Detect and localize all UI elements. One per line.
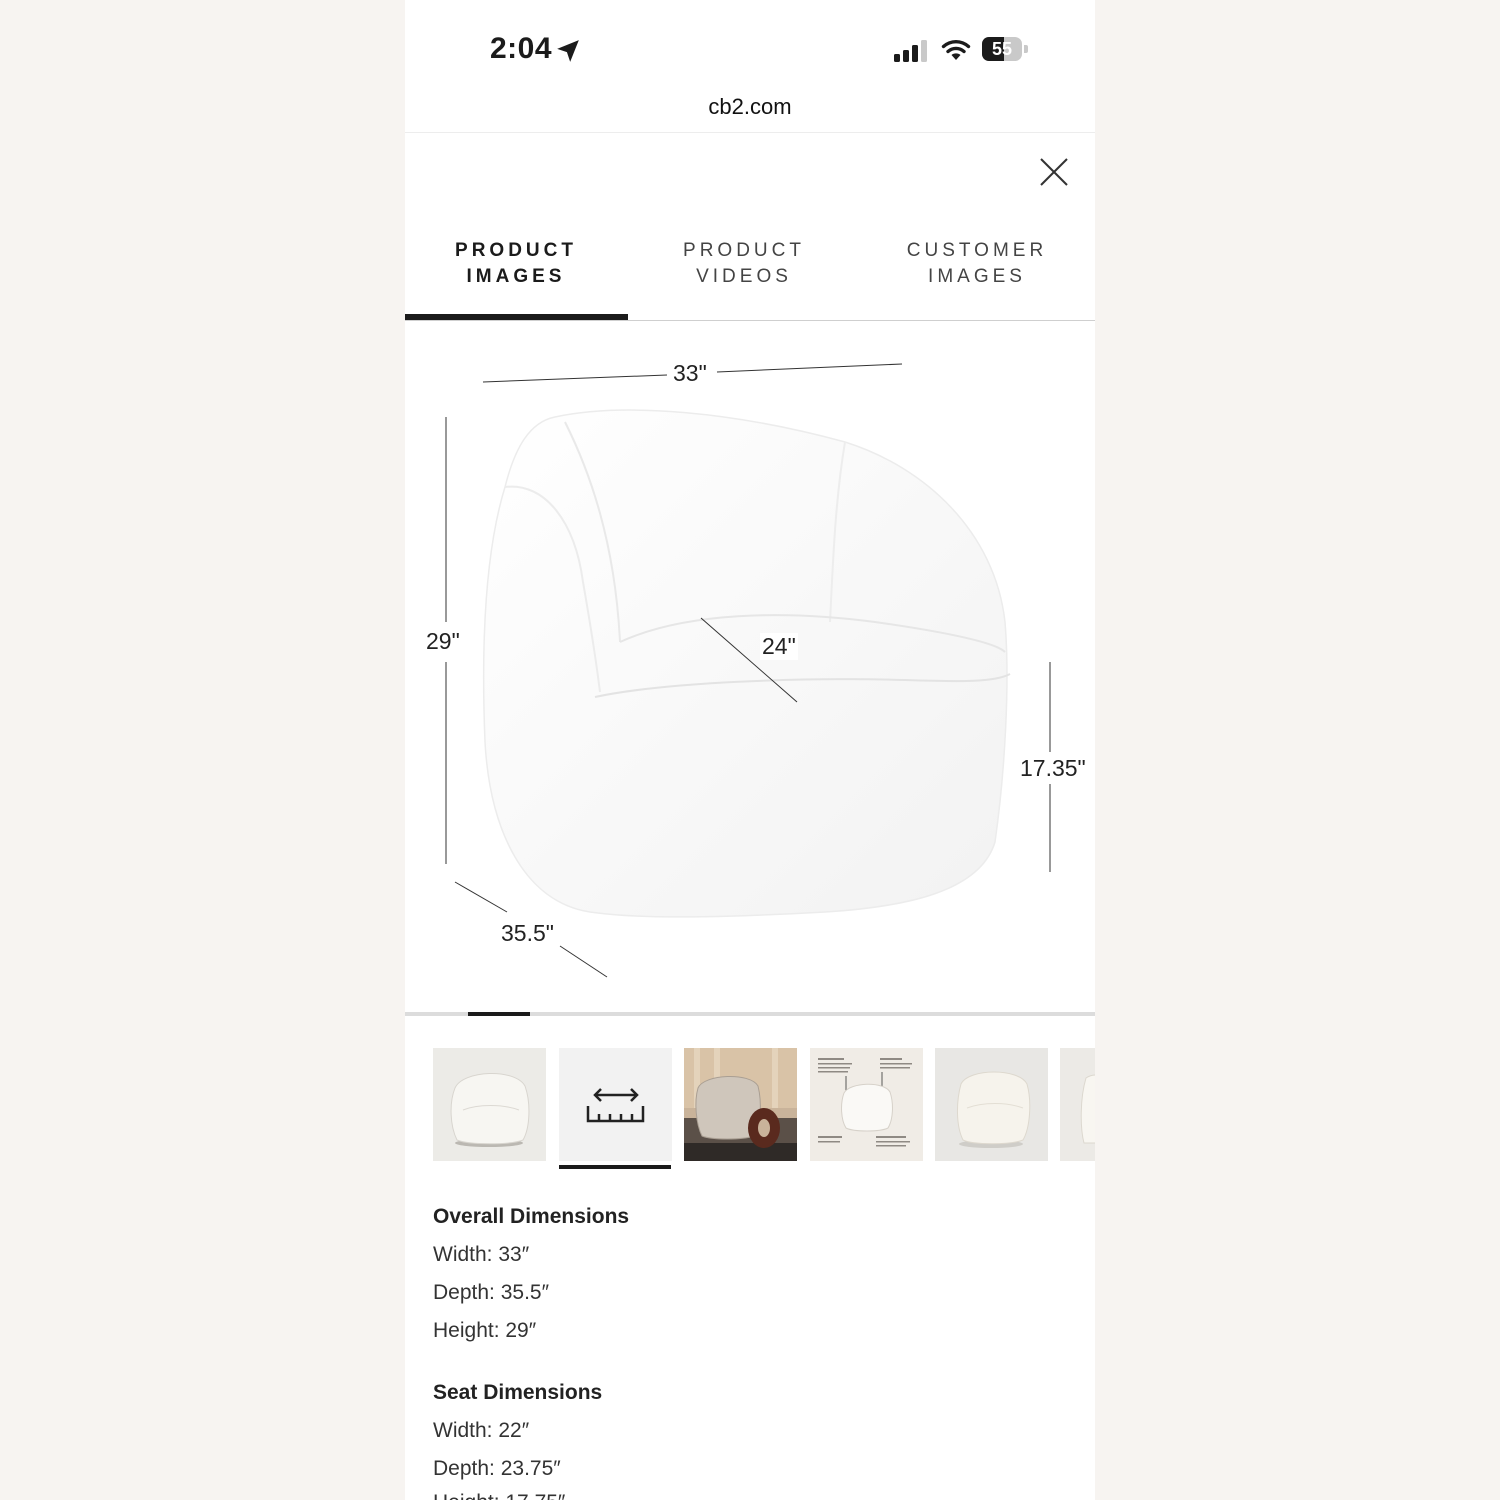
thumbnail-chair-features[interactable] [810,1048,923,1161]
tabs-divider [405,320,1095,321]
tab-product-images[interactable]: PRODUCT IMAGES [405,238,627,290]
location-arrow-icon [557,40,579,62]
seat-dimensions-heading: Seat Dimensions [433,1381,603,1404]
carousel-progress-indicator [468,1012,530,1016]
tab-customer-images[interactable]: CUSTOMER IMAGES [865,238,1089,290]
active-thumbnail-indicator [559,1165,671,1169]
overall-depth: Depth: 35.5″ [433,1281,550,1304]
seat-height: Height: 17.75″ [433,1491,565,1500]
depth-dimension-label: 35.5" [499,920,556,947]
tab-product-videos[interactable]: PRODUCT VIDEOS [635,238,853,290]
seat-depth: Depth: 23.75″ [433,1457,561,1480]
close-icon[interactable] [1037,155,1071,189]
phone-screen: 2:04 55 cb2.com PRODUCT IMAGES PRODUCT V… [405,0,1095,1500]
tab-label-line: IMAGES [466,266,566,287]
seat-width: Width: 22″ [433,1419,530,1442]
overall-dimensions-heading: Overall Dimensions [433,1205,630,1228]
seat-height-dimension-label: 17.35" [1018,755,1088,782]
chair-dimension-diagram [445,363,1051,978]
battery-level: 55 [991,39,1013,59]
chair-partial-photo [1060,1048,1095,1161]
chair-feature-callouts [810,1048,923,1161]
chair-illustration [482,409,1011,918]
tab-label-line: IMAGES [928,266,1026,287]
wifi-icon [941,39,971,60]
battery-indicator: 55 [982,37,1032,63]
status-time: 2:04 [490,32,553,65]
height-dimension-label: 29" [424,628,462,655]
main-product-image[interactable]: 33" 29" 24" 17.35" 35.5" [405,322,1095,1012]
overall-width: Width: 33″ [433,1243,530,1266]
thumbnail-chair-partial[interactable] [1060,1048,1095,1161]
width-dimension-label: 33" [671,360,709,387]
tab-label-line: PRODUCT [455,240,577,261]
dimensions-ruler-icon [559,1048,672,1161]
seat-depth-dimension-label: 24" [760,633,798,660]
overall-height: Height: 29″ [433,1319,537,1342]
thumbnail-chair-room[interactable] [684,1048,797,1161]
browser-url[interactable]: cb2.com [405,94,1095,120]
tab-label-line: CUSTOMER [906,240,1048,261]
tab-label-line: PRODUCT [683,240,805,261]
tab-label-line: VIDEOS [696,266,792,287]
chair-room-photo [684,1048,797,1161]
chair-studio-photo [935,1048,1048,1161]
thumbnail-chair-studio[interactable] [935,1048,1048,1161]
thumbnail-chair-front[interactable] [433,1048,546,1161]
header-divider [405,132,1095,133]
chair-front-photo [433,1048,546,1161]
thumbnail-dimensions[interactable] [559,1048,672,1161]
cellular-signal-icon [894,40,927,62]
